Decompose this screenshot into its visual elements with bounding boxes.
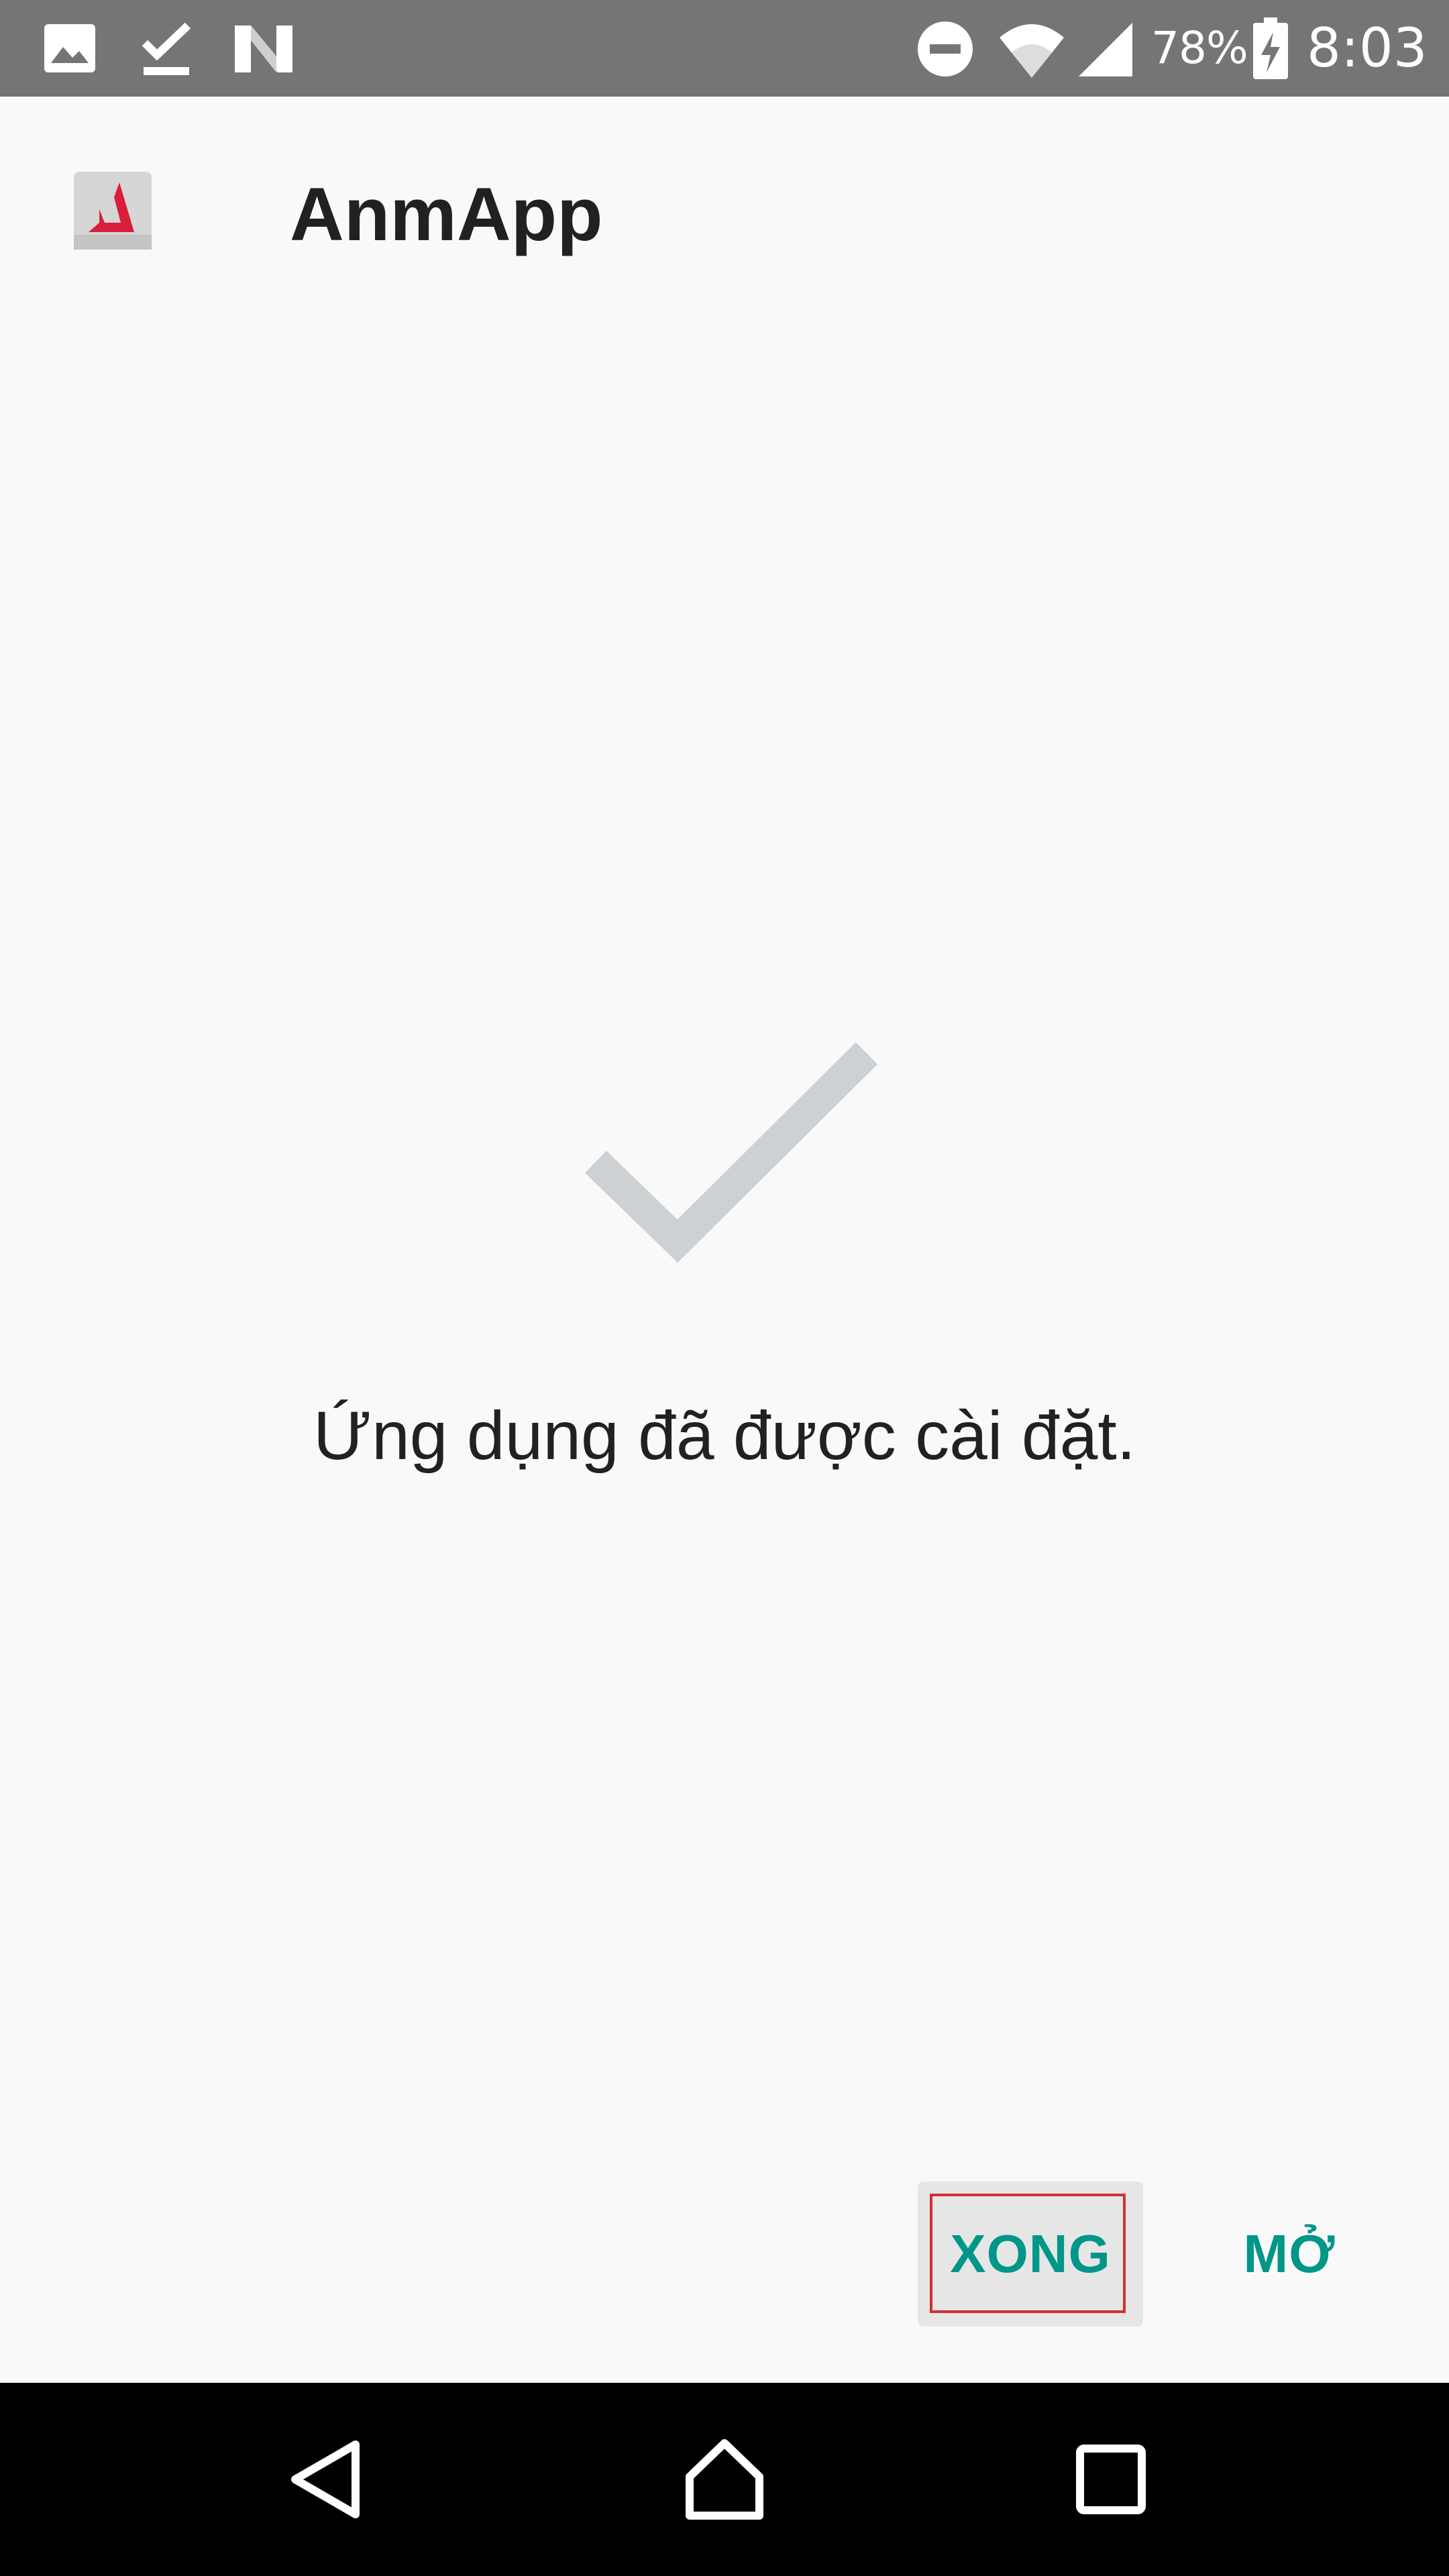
recents-button[interactable] [1010,2383,1212,2576]
back-icon [291,2440,360,2518]
battery-charging-icon [1252,17,1289,80]
open-button-label: MỞ [1243,2224,1336,2284]
clock: 8:03 [1307,17,1428,79]
install-success-message: Ứng dụng đã được cài đặt. [313,1397,1136,1474]
app-name: AnmApp [290,172,603,256]
home-button[interactable] [624,2383,825,2576]
n-logo-icon [233,24,294,74]
image-icon [43,23,97,74]
download-done-icon [140,22,193,76]
navigation-bar [0,2383,1449,2576]
app-installed-screen: 78% 8:03 AnmApp Ứng dụng đã được cài đặt… [0,0,1449,2576]
checkmark-icon [577,1033,885,1275]
wifi-icon [998,19,1065,79]
done-button[interactable]: XONG [918,2182,1143,2326]
done-button-label: XONG [950,2224,1111,2284]
back-button[interactable] [225,2383,427,2576]
open-button[interactable]: MỞ [1202,2182,1377,2326]
home-icon [686,2439,763,2520]
recents-icon [1076,2445,1146,2514]
battery-percent: 78% [1151,22,1248,74]
status-bar: 78% 8:03 [0,0,1449,97]
cell-signal-icon [1077,21,1134,78]
anmapp-logo-icon [72,170,153,251]
do-not-disturb-icon [916,20,974,78]
